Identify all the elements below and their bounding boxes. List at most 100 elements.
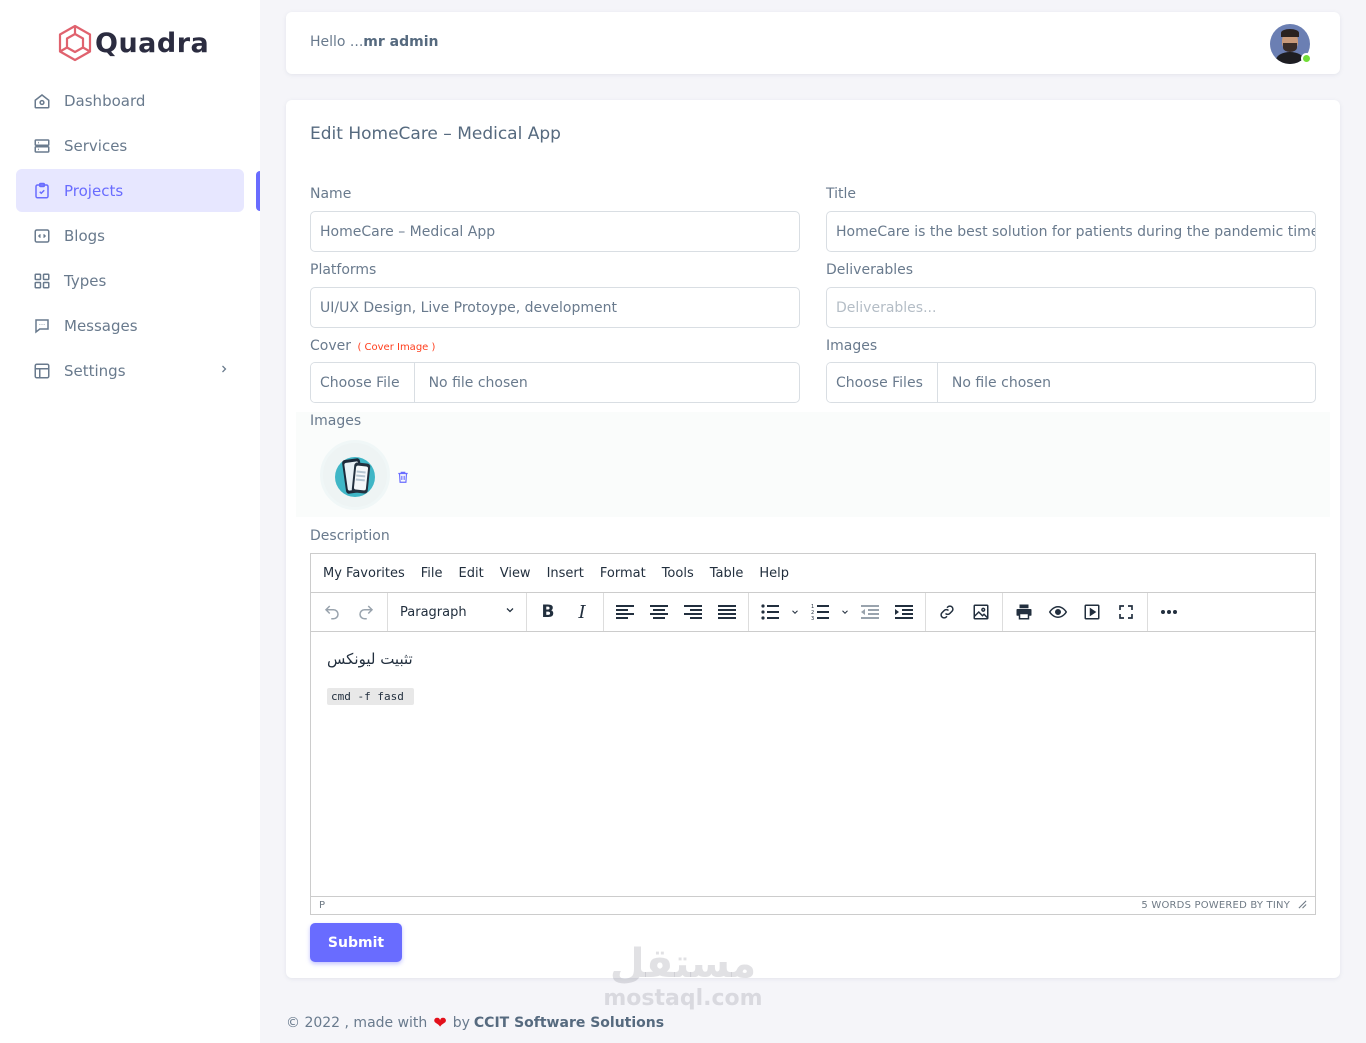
server-icon — [32, 136, 52, 156]
editor-menubar: My Favorites File Edit View Insert Forma… — [311, 554, 1315, 593]
sidebar-item-label: Types — [64, 271, 107, 290]
delete-image-icon[interactable] — [396, 469, 410, 489]
active-indicator — [256, 171, 260, 211]
user-name: mr admin — [363, 34, 439, 50]
brand-name: Quadra — [95, 27, 210, 59]
link-icon[interactable] — [930, 597, 964, 627]
avatar-body — [1276, 52, 1304, 64]
title-field[interactable]: HomeCare is the best solution for patien… — [826, 211, 1316, 252]
indent-icon[interactable] — [887, 597, 921, 627]
menu-my-favorites[interactable]: My Favorites — [323, 566, 405, 581]
menu-edit[interactable]: Edit — [459, 566, 484, 581]
more-icon[interactable] — [1152, 597, 1186, 627]
bullet-list-icon[interactable] — [753, 597, 787, 627]
deliverables-label: Deliverables — [826, 262, 914, 278]
platforms-label: Platforms — [310, 262, 377, 278]
gallery-label: Images — [310, 413, 362, 429]
menu-help[interactable]: Help — [759, 566, 789, 581]
brand-logo[interactable]: Quadra — [57, 24, 209, 62]
chevron-down-icon[interactable] — [837, 597, 853, 627]
preview-icon[interactable] — [1041, 597, 1075, 627]
more-group — [1148, 593, 1190, 631]
menu-view[interactable]: View — [500, 566, 531, 581]
watermark-arabic: مستقل — [609, 941, 757, 987]
description-label: Description — [310, 528, 390, 544]
media-icon[interactable] — [1075, 597, 1109, 627]
footer: © 2022 , made with ❤ by CCIT Software So… — [286, 1013, 664, 1032]
editor-paragraph: تثبيت ليونكس — [327, 650, 413, 668]
image-icon[interactable] — [964, 597, 998, 627]
chat-icon — [32, 316, 52, 336]
print-icon[interactable] — [1007, 597, 1041, 627]
greeting: Hello ...mr admin — [310, 34, 439, 50]
avatar-beard — [1283, 43, 1297, 52]
chevron-down-icon[interactable] — [787, 597, 803, 627]
history-group — [311, 593, 388, 631]
image-gallery — [296, 412, 1330, 517]
menu-format[interactable]: Format — [600, 566, 646, 581]
menu-insert[interactable]: Insert — [547, 566, 584, 581]
sidebar-item-messages[interactable]: Messages — [16, 304, 244, 347]
sidebar-item-projects[interactable]: Projects — [16, 169, 244, 212]
editor-code-snippet: cmd -f fasd — [327, 688, 414, 705]
insert-group — [926, 593, 1003, 631]
avatar-hair — [1281, 29, 1299, 37]
choose-files-button[interactable]: Choose Files — [827, 363, 938, 402]
menu-table[interactable]: Table — [710, 566, 744, 581]
bold-icon[interactable]: B — [531, 597, 565, 627]
undo-icon[interactable] — [315, 597, 349, 627]
outdent-icon[interactable] — [853, 597, 887, 627]
clipboard-check-icon — [32, 181, 52, 201]
cover-hint: ( Cover Image ) — [357, 342, 436, 353]
chevron-down-icon — [504, 604, 516, 620]
sidebar-item-label: Projects — [64, 181, 124, 200]
online-status-dot — [1301, 53, 1312, 64]
platforms-field[interactable]: UI/UX Design, Live Protoype, development — [310, 287, 800, 328]
block-format-select[interactable]: Paragraph — [392, 597, 522, 627]
fullscreen-icon[interactable] — [1109, 597, 1143, 627]
svg-text:3: 3 — [811, 616, 814, 620]
layout-icon — [32, 361, 52, 381]
grid-icon — [32, 271, 52, 291]
italic-icon[interactable]: I — [565, 597, 599, 627]
alignment-group — [604, 593, 749, 631]
cover-file-input[interactable]: Choose File No file chosen — [310, 362, 800, 403]
sidebar-item-label: Messages — [64, 316, 138, 335]
cover-label: Cover ( Cover Image ) — [310, 338, 436, 354]
menu-tools[interactable]: Tools — [662, 566, 694, 581]
phone-mockup-image — [335, 457, 375, 497]
heart-icon: ❤ — [433, 1013, 447, 1032]
footer-company[interactable]: CCIT Software Solutions — [474, 1015, 664, 1031]
align-right-icon[interactable] — [676, 597, 710, 627]
edit-project-card: Edit HomeCare – Medical App Name HomeCar… — [286, 100, 1340, 978]
numbered-list-icon[interactable]: 123 — [803, 597, 837, 627]
submit-button[interactable]: Submit — [310, 923, 402, 962]
quadra-logo-icon — [58, 24, 92, 62]
align-center-icon[interactable] — [642, 597, 676, 627]
editor-toolbar: Paragraph B I 123 — [311, 593, 1315, 632]
sidebar-item-label: Dashboard — [64, 91, 146, 110]
redo-icon[interactable] — [349, 597, 383, 627]
sidebar: Quadra Dashboard Services Projects Blogs — [0, 0, 260, 1043]
sidebar-item-dashboard[interactable]: Dashboard — [16, 79, 244, 122]
resize-handle-icon[interactable] — [1298, 900, 1307, 912]
top-navbar: Hello ...mr admin — [286, 12, 1340, 74]
name-label: Name — [310, 186, 352, 202]
watermark: مستقل mostaql.com — [598, 940, 768, 1020]
editor-content-area[interactable]: تثبيت ليونكس cmd -f fasd — [311, 633, 1315, 896]
align-left-icon[interactable] — [608, 597, 642, 627]
sidebar-item-services[interactable]: Services — [16, 124, 244, 167]
text-style-group: B I — [527, 593, 604, 631]
name-field[interactable]: HomeCare – Medical App — [310, 211, 800, 252]
align-justify-icon[interactable] — [710, 597, 744, 627]
tools-group — [1003, 593, 1148, 631]
sidebar-item-blogs[interactable]: Blogs — [16, 214, 244, 257]
deliverables-field[interactable]: Deliverables... — [826, 287, 1316, 328]
sidebar-menu: Dashboard Services Projects Blogs Types — [16, 79, 244, 394]
choose-file-button[interactable]: Choose File — [311, 363, 415, 402]
sidebar-item-settings[interactable]: Settings — [16, 349, 244, 392]
sidebar-item-types[interactable]: Types — [16, 259, 244, 302]
element-path[interactable]: P — [319, 900, 325, 911]
menu-file[interactable]: File — [421, 566, 443, 581]
images-file-input[interactable]: Choose Files No file chosen — [826, 362, 1316, 403]
